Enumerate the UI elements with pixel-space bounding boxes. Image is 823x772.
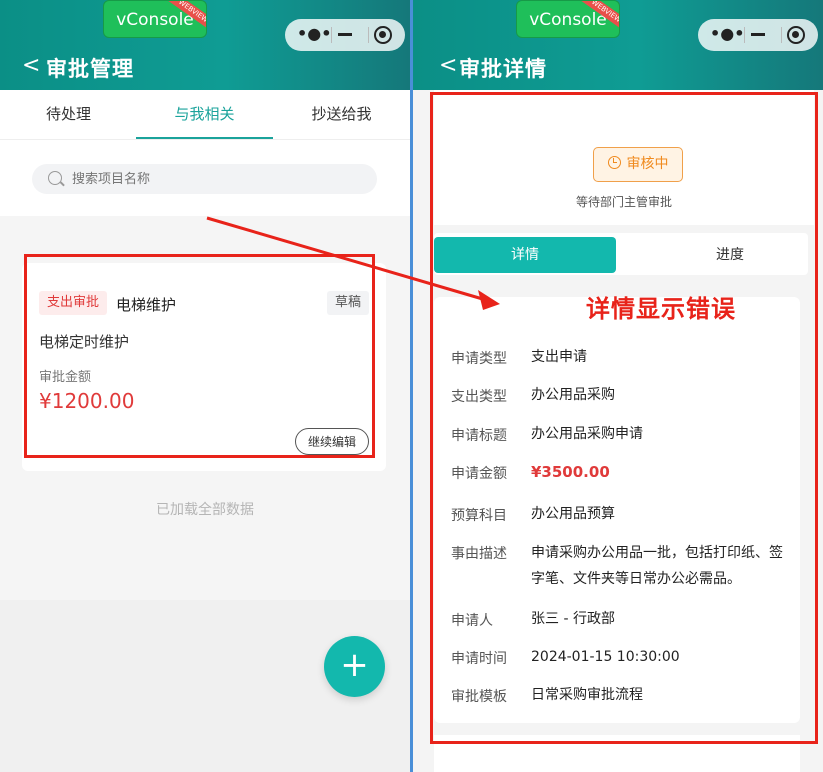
annotation-box-right (430, 92, 818, 744)
minimize-icon[interactable] (751, 33, 765, 36)
active-tab-indicator (136, 137, 273, 139)
tab-bar: 待处理 与我相关 抄送给我 (0, 90, 410, 140)
mini-program-capsule: •●• (698, 19, 818, 51)
more-icon[interactable]: •●• (710, 24, 744, 43)
capsule-divider (744, 27, 745, 43)
nav-bar: < 审批管理 vConsole WEBVIEW •●• (0, 0, 410, 90)
page-title: 审批详情 (459, 57, 547, 81)
all-loaded-text: 已加载全部数据 (156, 502, 254, 518)
vconsole-button[interactable]: vConsole WEBVIEW (103, 0, 207, 38)
back-icon[interactable]: < (22, 54, 40, 78)
capsule-divider (781, 27, 782, 43)
search-input[interactable] (72, 164, 362, 194)
tab-cc-to-me[interactable]: 抄送给我 (273, 90, 410, 140)
add-button[interactable]: + (324, 636, 385, 697)
search-icon (48, 171, 62, 185)
annotation-text: 详情显示错误 (586, 294, 736, 323)
search-area (0, 140, 410, 216)
more-icon[interactable]: •●• (297, 24, 331, 43)
minimize-icon[interactable] (338, 33, 352, 36)
page-title: 审批管理 (46, 57, 134, 81)
nav-bar: < 审批详情 vConsole WEBVIEW •●• (413, 0, 823, 90)
tab-pending[interactable]: 待处理 (0, 90, 137, 140)
back-icon[interactable]: < (439, 54, 457, 78)
vconsole-label: vConsole (116, 10, 194, 30)
capsule-divider (368, 27, 369, 43)
mini-program-capsule: •●• (285, 19, 405, 51)
vconsole-label: vConsole (529, 10, 607, 30)
vconsole-button[interactable]: vConsole WEBVIEW (516, 0, 620, 38)
search-bar[interactable] (32, 164, 377, 194)
capsule-divider (331, 27, 332, 43)
close-target-icon[interactable] (787, 26, 805, 44)
annotation-box-left (24, 254, 375, 458)
close-target-icon[interactable] (374, 26, 392, 44)
tab-related-to-me[interactable]: 与我相关 (136, 90, 273, 140)
